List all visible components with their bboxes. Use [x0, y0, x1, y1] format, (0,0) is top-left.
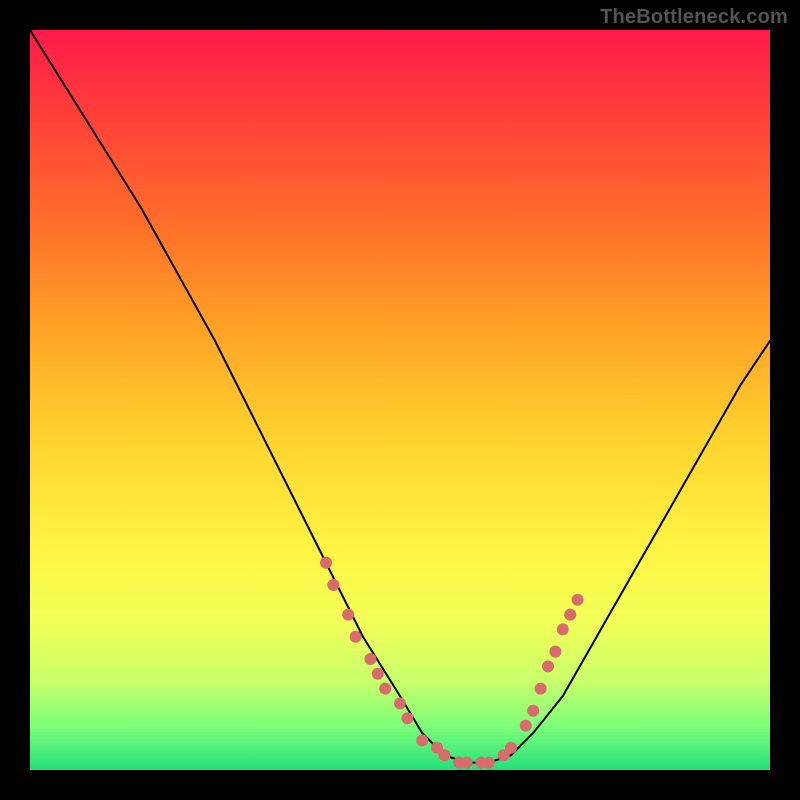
data-point	[342, 609, 354, 621]
data-point	[416, 734, 428, 746]
data-point	[461, 757, 473, 769]
plot-area	[30, 30, 770, 770]
data-point	[327, 579, 339, 591]
data-point	[520, 720, 532, 732]
data-point	[394, 697, 406, 709]
data-point	[557, 623, 569, 635]
data-point	[364, 653, 376, 665]
curve-line	[30, 30, 770, 763]
data-point	[505, 742, 517, 754]
data-point	[438, 749, 450, 761]
data-point	[535, 683, 547, 695]
data-point	[372, 668, 384, 680]
chart-frame: TheBottleneck.com	[0, 0, 800, 800]
data-point	[350, 631, 362, 643]
data-point	[549, 646, 561, 658]
data-point	[379, 683, 391, 695]
data-point	[320, 557, 332, 569]
data-point	[542, 660, 554, 672]
data-point	[572, 594, 584, 606]
data-point	[527, 705, 539, 717]
chart-svg	[30, 30, 770, 770]
data-point	[483, 757, 495, 769]
watermark-text: TheBottleneck.com	[600, 6, 788, 29]
data-point	[401, 712, 413, 724]
data-point	[564, 609, 576, 621]
